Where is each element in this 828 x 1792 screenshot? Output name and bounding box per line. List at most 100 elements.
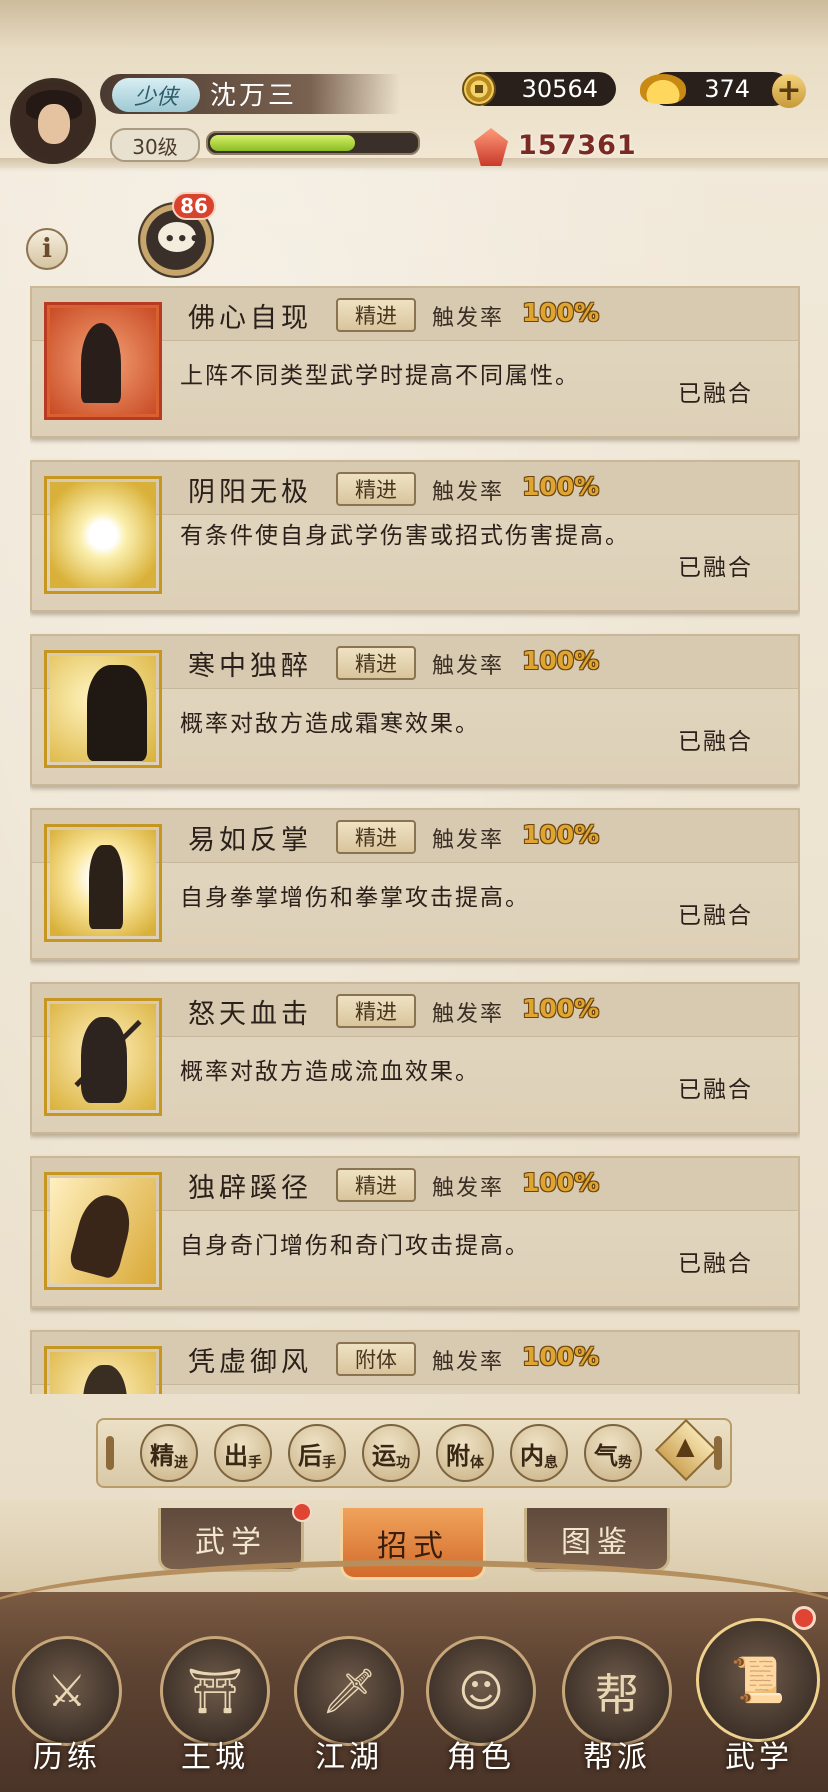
trigger-rate-value: 100%: [522, 1342, 600, 1371]
swirl-light-icon: [44, 476, 162, 594]
player-level: 30级: [110, 128, 200, 162]
trigger-rate-value: 100%: [522, 820, 600, 849]
filter-main-char: 后: [298, 1440, 322, 1470]
chat-dots-icon: •••: [164, 229, 202, 250]
skill-card[interactable]: 寒中独醉 精进 触发率 100% 概率对敌方造成霜寒效果。 已融合: [30, 634, 800, 786]
nav-label: 历练: [33, 1740, 101, 1775]
skill-status: 已融合: [678, 1251, 753, 1277]
skill-name: 怒天血击: [188, 999, 312, 1030]
trigger-rate-value: 100%: [522, 472, 600, 501]
skill-description: 自身奇门增伤和奇门攻击提高。: [180, 1233, 530, 1259]
skill-name: 寒中独醉: [188, 651, 312, 682]
scroll-icon: 📜: [730, 1655, 786, 1706]
nav-juese-button[interactable]: ☺: [426, 1636, 536, 1746]
filter-jingjin-button[interactable]: 精进: [140, 1424, 198, 1482]
training-icon: ⚔: [47, 1665, 87, 1717]
nav-notification-dot: [792, 1606, 816, 1630]
skill-card[interactable]: 阴阳无极 精进 触发率 100% 有条件使自身武学伤害或招式伤害提高。 已融合: [30, 460, 800, 612]
filter-sub-char: 进: [174, 1455, 188, 1471]
skill-name: 阴阳无极: [188, 477, 312, 508]
skill-tag: 附体: [336, 1342, 416, 1376]
nav-label: 江湖: [315, 1740, 383, 1775]
chevron-up-icon: ▲: [676, 1432, 695, 1460]
skill-list[interactable]: 佛心自现 精进 触发率 100% 上阵不同类型武学时提高不同属性。 已融合 阴阳…: [30, 286, 800, 1394]
avatar-face: [38, 104, 70, 144]
skill-tag: 精进: [336, 994, 416, 1028]
skill-tag: 精进: [336, 1168, 416, 1202]
character-icon: ☺: [458, 1665, 504, 1717]
sword-icon: 🗡: [321, 1666, 377, 1717]
player-title-badge: 少侠: [112, 78, 200, 112]
trigger-rate-value: 100%: [522, 1168, 600, 1197]
trigger-rate-label: 触发率: [432, 480, 505, 505]
trigger-rate-label: 触发率: [432, 1176, 505, 1201]
skill-name: 独辟蹊径: [188, 1173, 312, 1204]
trigger-rate-label: 触发率: [432, 828, 505, 853]
trigger-rate-label: 触发率: [432, 306, 505, 331]
skill-tag: 精进: [336, 820, 416, 854]
filter-yungong-button[interactable]: 运功: [362, 1424, 420, 1482]
skill-tag: 精进: [336, 472, 416, 506]
skill-description: 概率对敌方造成霜寒效果。: [180, 711, 480, 737]
skill-description: 概率对敌方造成流血效果。: [180, 1059, 480, 1085]
skill-name: 佛心自现: [188, 303, 312, 334]
skill-name: 凭虚御风: [188, 1347, 312, 1378]
filter-chushou-button[interactable]: 出手: [214, 1424, 272, 1482]
trigger-rate-value: 100%: [522, 994, 600, 1023]
nav-wangcheng-button[interactable]: ⛩: [160, 1636, 270, 1746]
filter-futi-button[interactable]: 附体: [436, 1424, 494, 1482]
wind-figure-icon: [44, 1346, 162, 1394]
gold-ingot-icon: [640, 74, 686, 104]
praying-hands-icon: [44, 302, 162, 420]
skill-status: 已融合: [678, 903, 753, 929]
skill-card[interactable]: 独辟蹊径 精进 触发率 100% 自身奇门增伤和奇门攻击提高。 已融合: [30, 1156, 800, 1308]
skill-card[interactable]: 易如反掌 精进 触发率 100% 自身拳掌增伤和拳掌攻击提高。 已融合: [30, 808, 800, 960]
nav-jianghu-button[interactable]: 🗡: [294, 1636, 404, 1746]
filter-sub-char: 息: [544, 1455, 558, 1471]
nav-bangpai-button[interactable]: 帮: [562, 1636, 672, 1746]
guild-seal-icon: 帮: [595, 1670, 639, 1721]
nav-label: 王城: [181, 1740, 249, 1775]
exp-bar-fill: [210, 135, 355, 151]
avatar[interactable]: [10, 78, 96, 164]
filter-main-char: 运: [372, 1440, 396, 1470]
skill-description: 自身拳掌增伤和拳掌攻击提高。: [180, 885, 530, 911]
skill-description: 有条件使自身武学伤害或招式伤害提高。: [180, 523, 630, 549]
skill-card[interactable]: 怒天血击 精进 触发率 100% 概率对敌方造成流血效果。 已融合: [30, 982, 800, 1134]
filter-sub-char: 功: [396, 1455, 410, 1471]
nav-label: 帮派: [583, 1740, 651, 1775]
filter-main-char: 气: [594, 1440, 618, 1470]
skill-status: 已融合: [678, 1077, 753, 1103]
filter-main-char: 精: [150, 1440, 174, 1470]
filter-houshou-button[interactable]: 后手: [288, 1424, 346, 1482]
skill-status: 已融合: [678, 729, 753, 755]
skill-status: 已融合: [678, 381, 753, 407]
combat-power-value: 157361: [518, 130, 637, 161]
trigger-rate-label: 触发率: [432, 1002, 505, 1027]
filter-neixi-button[interactable]: 内息: [510, 1424, 568, 1482]
player-name: 沈万三: [210, 81, 298, 111]
filter-qishi-button[interactable]: 气势: [584, 1424, 642, 1482]
exp-bar: [206, 131, 420, 155]
skill-card[interactable]: 佛心自现 精进 触发率 100% 上阵不同类型武学时提高不同属性。 已融合: [30, 286, 800, 438]
trigger-rate-value: 100%: [522, 298, 600, 327]
skill-status: 已融合: [678, 555, 753, 581]
skill-card[interactable]: 凭虚御风 附体 触发率 100%: [30, 1330, 800, 1394]
palm-strike-icon: [44, 824, 162, 942]
filter-bar-ornament-left: [106, 1436, 114, 1470]
running-figure-icon: [44, 1172, 162, 1290]
info-button[interactable]: i: [26, 228, 68, 270]
filter-sub-char: 手: [322, 1455, 336, 1471]
palace-icon: ⛩: [187, 1666, 243, 1717]
trigger-rate-label: 触发率: [432, 1350, 505, 1375]
skill-description: 上阵不同类型武学时提高不同属性。: [180, 363, 580, 389]
nav-lilian-button[interactable]: ⚔: [12, 1636, 122, 1746]
add-currency-button[interactable]: +: [772, 74, 806, 108]
skill-tag: 精进: [336, 298, 416, 332]
nav-wuxue-button[interactable]: 📜: [696, 1618, 820, 1742]
skill-name: 易如反掌: [188, 825, 312, 856]
nav-label: 武学: [725, 1740, 793, 1775]
filter-sub-char: 手: [248, 1455, 262, 1471]
filter-main-char: 出: [224, 1440, 248, 1470]
filter-bar-ornament-right: [714, 1436, 722, 1470]
